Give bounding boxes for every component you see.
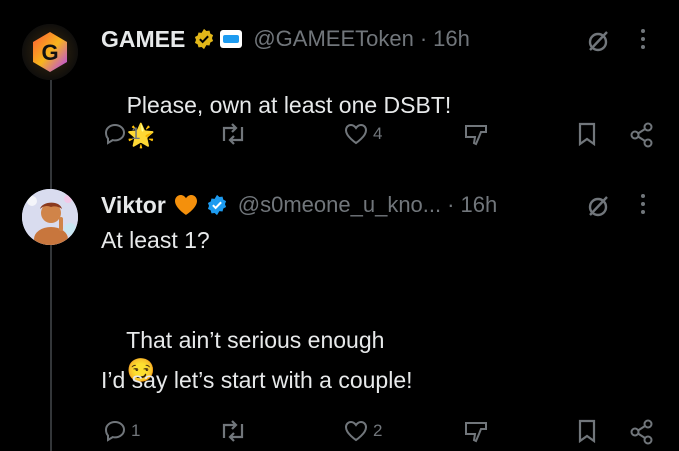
retweet-icon xyxy=(222,420,244,442)
grok-icon[interactable] xyxy=(585,28,611,54)
bookmark-icon xyxy=(578,419,596,443)
bookmark-button[interactable] xyxy=(576,419,598,443)
timestamp[interactable]: 16h xyxy=(460,192,497,218)
share-button[interactable] xyxy=(628,419,656,445)
tweet-text-line-1: At least 1? xyxy=(101,227,210,253)
like-count: 2 xyxy=(373,421,383,440)
tweet-header: Viktor @s0meone_u_kno... · 16h xyxy=(101,190,497,220)
dislike-icon xyxy=(465,422,487,443)
like-button[interactable]: 2 xyxy=(343,419,382,443)
more-options-icon[interactable] xyxy=(640,193,646,215)
svg-text:G: G xyxy=(41,40,58,65)
orange-heart-icon xyxy=(174,194,198,216)
separator: · xyxy=(419,26,428,51)
reply-button[interactable]: 1 xyxy=(103,122,140,146)
retweet-button[interactable] xyxy=(218,122,248,146)
timestamp[interactable]: 16h xyxy=(433,26,470,52)
tweet-text: Please, own at least one DSBT! 🌟 xyxy=(101,60,452,180)
handle[interactable]: @GAMEEToken xyxy=(253,26,414,52)
handle[interactable]: @s0meone_u_kno... xyxy=(238,192,441,218)
share-icon xyxy=(630,122,653,148)
bookmark-icon xyxy=(578,122,596,146)
reply-count: 1 xyxy=(131,124,141,143)
retweet-icon xyxy=(222,123,244,145)
reply-icon xyxy=(104,123,126,145)
dislike-icon xyxy=(465,125,487,146)
share-icon xyxy=(630,419,653,445)
views-button[interactable] xyxy=(463,419,489,445)
views-button[interactable] xyxy=(463,122,489,148)
heart-icon xyxy=(344,123,368,145)
reply-count: 1 xyxy=(131,421,141,440)
tweet-text-line-3: I’d say let’s start with a couple! xyxy=(101,367,413,393)
tweet-text-line-2: That ain’t serious enough 😏 xyxy=(101,295,384,415)
reply-icon xyxy=(104,420,126,442)
display-name[interactable]: Viktor xyxy=(101,192,166,219)
separator: · xyxy=(447,192,455,217)
avatar[interactable]: G xyxy=(22,24,78,80)
avatar[interactable] xyxy=(22,189,78,245)
like-count: 4 xyxy=(373,124,383,143)
affiliate-badge-icon xyxy=(219,28,243,50)
tweet-text-line-2-body: That ain’t serious enough xyxy=(126,327,385,353)
gamee-logo-icon: G xyxy=(22,24,78,80)
retweet-button[interactable] xyxy=(218,419,248,443)
verified-gold-icon xyxy=(193,28,215,50)
display-name[interactable]: GAMEE xyxy=(101,26,185,53)
grok-icon[interactable] xyxy=(585,193,611,219)
tweet-viktor[interactable]: Viktor @s0meone_u_kno... · 16h At least … xyxy=(0,165,679,451)
more-options-icon[interactable] xyxy=(640,28,646,50)
heart-icon xyxy=(344,420,368,442)
like-button[interactable]: 4 xyxy=(343,122,382,146)
tweet-gamee[interactable]: G GAMEE @GAMEEToken · 16h Please, own at… xyxy=(0,0,679,165)
bookmark-button[interactable] xyxy=(576,122,598,146)
avatar-illustration-icon xyxy=(22,189,78,245)
tweet-header: GAMEE @GAMEEToken · 16h xyxy=(101,24,470,54)
tweet-text-body: Please, own at least one DSBT! xyxy=(126,92,452,118)
verified-blue-icon xyxy=(206,194,228,216)
reply-button[interactable]: 1 xyxy=(103,419,140,443)
share-button[interactable] xyxy=(628,122,656,148)
